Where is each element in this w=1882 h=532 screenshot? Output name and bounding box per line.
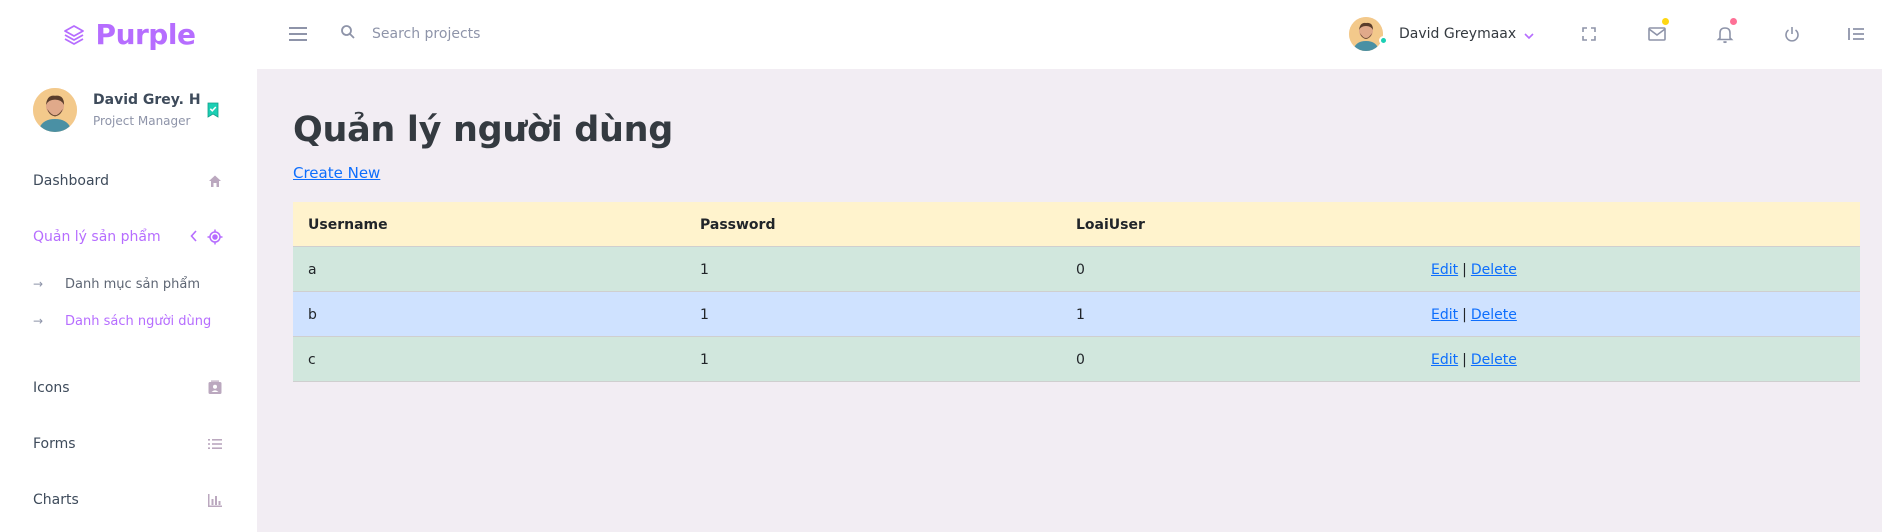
bell-icon[interactable] xyxy=(1713,18,1737,46)
sidebar-profile-name: David Grey. H xyxy=(93,92,201,108)
sidebar-avatar xyxy=(33,88,77,132)
menu-toggle-button[interactable] xyxy=(288,24,310,44)
edit-link[interactable]: Edit xyxy=(1431,262,1458,278)
chevron-down-icon xyxy=(1524,25,1534,44)
cell-actions: Edit | Delete xyxy=(1431,292,1517,337)
sidebar-item-label: Quản lý sản phẩm xyxy=(33,229,161,245)
cell-password: 1 xyxy=(700,306,709,323)
table-row: c 1 0 Edit | Delete xyxy=(293,337,1860,382)
table-row: b 1 1 Edit | Delete xyxy=(293,292,1860,337)
contacts-icon xyxy=(207,380,223,400)
cell-password: 1 xyxy=(700,261,709,278)
cell-loaiuser: 0 xyxy=(1076,351,1085,368)
arrow-right-icon: → xyxy=(33,314,44,328)
sidebar-item-forms[interactable]: Forms xyxy=(33,432,223,456)
sidebar-item-label: Icons xyxy=(33,380,70,396)
sidebar-item-label: Dashboard xyxy=(33,173,109,189)
sidebar-profile-role: Project Manager xyxy=(93,114,191,128)
search-bar xyxy=(340,20,672,48)
search-icon xyxy=(340,24,356,44)
sidebar-subitem-user-list[interactable]: → Danh sách người dùng xyxy=(33,311,211,331)
notification-badge-dot xyxy=(1730,18,1737,25)
arrow-right-icon: → xyxy=(33,277,44,291)
page-title: Quản lý người dùng xyxy=(293,110,674,150)
bookmark-check-icon xyxy=(206,102,220,122)
sidebar-profile[interactable]: David Grey. H Project Manager xyxy=(33,88,233,134)
cell-loaiuser: 0 xyxy=(1076,261,1085,278)
users-table: Username Password LoaiUser a 1 0 Edit | … xyxy=(293,202,1860,382)
cell-username: b xyxy=(308,306,317,323)
crosshairs-icon xyxy=(207,229,223,249)
sidebar-item-label: Charts xyxy=(33,492,79,508)
chevron-left-icon xyxy=(190,230,198,246)
format-list-icon xyxy=(207,436,223,456)
online-status-dot xyxy=(1379,36,1388,45)
sidebar-item-product-management[interactable]: Quản lý sản phẩm xyxy=(33,225,223,249)
search-input[interactable] xyxy=(372,26,672,42)
profile-name: David Greymaax xyxy=(1399,26,1517,42)
create-new-link[interactable]: Create New xyxy=(293,164,380,182)
sidebar-subitem-product-catalog[interactable]: → Danh mục sản phẩm xyxy=(33,274,200,294)
mail-badge-dot xyxy=(1662,18,1669,25)
sidebar-item-label: Forms xyxy=(33,436,76,452)
chart-bar-icon xyxy=(207,492,223,512)
delete-link[interactable]: Delete xyxy=(1471,307,1517,323)
cell-username: c xyxy=(308,351,316,368)
sidebar-subitem-label: Danh sách người dùng xyxy=(65,313,212,329)
cell-username: a xyxy=(308,261,317,278)
column-header-username: Username xyxy=(308,216,388,233)
profile-dropdown[interactable]: David Greymaax xyxy=(1349,15,1534,53)
edit-link[interactable]: Edit xyxy=(1431,352,1458,368)
column-header-loaiuser: LoaiUser xyxy=(1076,216,1145,233)
sidebar: David Grey. H Project Manager Dashboard … xyxy=(0,69,257,532)
sidebar-item-icons[interactable]: Icons xyxy=(33,376,223,400)
fullscreen-icon[interactable] xyxy=(1577,22,1601,46)
user-avatar xyxy=(1349,17,1383,51)
brand-name: Purple xyxy=(95,18,196,51)
cell-password: 1 xyxy=(700,351,709,368)
delete-link[interactable]: Delete xyxy=(1471,352,1517,368)
top-navbar: Purple David Greymaax xyxy=(0,0,1882,69)
action-separator: | xyxy=(1462,351,1467,368)
layers-icon xyxy=(62,23,86,47)
table-row: a 1 0 Edit | Delete xyxy=(293,247,1860,292)
cell-actions: Edit | Delete xyxy=(1431,337,1517,382)
sidebar-item-dashboard[interactable]: Dashboard xyxy=(33,169,223,193)
delete-link[interactable]: Delete xyxy=(1471,262,1517,278)
table-header-row: Username Password LoaiUser xyxy=(293,202,1860,247)
sidebar-item-charts[interactable]: Charts xyxy=(33,488,223,512)
action-separator: | xyxy=(1462,306,1467,323)
sidebar-subitem-label: Danh mục sản phẩm xyxy=(65,276,201,292)
list-icon[interactable] xyxy=(1844,22,1868,46)
cell-loaiuser: 1 xyxy=(1076,306,1085,323)
mail-icon[interactable] xyxy=(1645,18,1669,46)
brand-logo[interactable]: Purple xyxy=(0,0,257,69)
edit-link[interactable]: Edit xyxy=(1431,307,1458,323)
action-separator: | xyxy=(1462,261,1467,278)
cell-actions: Edit | Delete xyxy=(1431,247,1517,292)
home-icon xyxy=(207,173,223,193)
column-header-password: Password xyxy=(700,216,776,233)
power-icon[interactable] xyxy=(1780,22,1804,46)
